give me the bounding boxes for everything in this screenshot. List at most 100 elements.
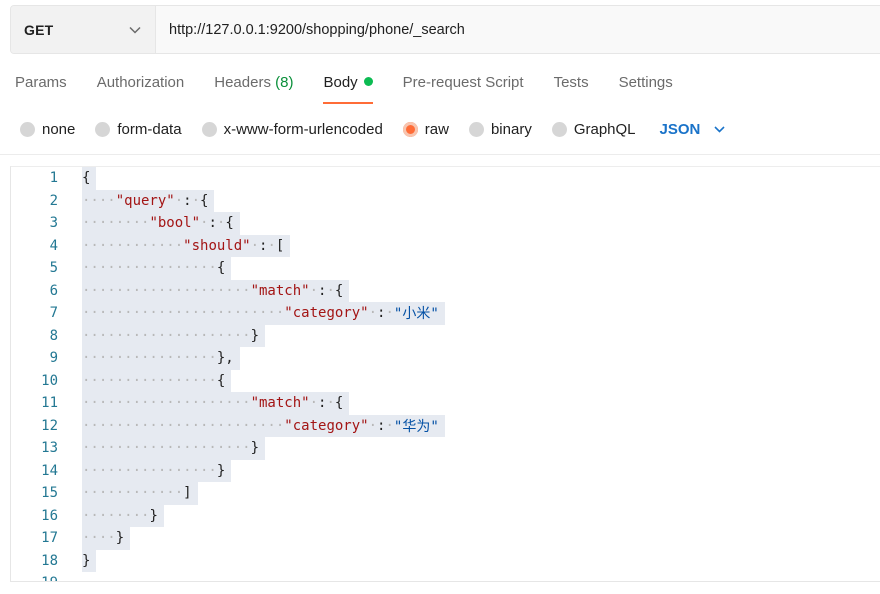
format-select[interactable]: JSON — [660, 121, 726, 138]
code-token: · — [309, 282, 319, 299]
headers-count: (8) — [275, 74, 294, 91]
line-number: 3 — [49, 215, 58, 232]
code-text: ············ "should" ·: ·[ — [82, 234, 291, 257]
code-token: : — [183, 192, 192, 209]
code-token: · — [216, 215, 226, 232]
radio-label: raw — [424, 120, 449, 138]
code-token: } — [216, 462, 226, 479]
code-text: ····················} — [82, 437, 266, 460]
editor-line: 4 ············ "should" ·: ·[ — [11, 234, 291, 257]
body-type-options: none form-data x-www-form-urlencoded raw… — [20, 118, 725, 140]
code-editor[interactable]: 1{2 ···· "query" ·: ·{ 3 ········ "bool" ·: ·{4 ··… — [10, 166, 880, 582]
radio-icon — [20, 121, 35, 137]
whitespace-marker: ········ — [82, 215, 150, 232]
tab-settings[interactable]: Settings — [619, 66, 673, 104]
whitespace-marker: ············ — [82, 237, 184, 254]
radio-graphql[interactable]: GraphQL — [551, 120, 636, 138]
code-token: "match" — [250, 282, 310, 299]
editor-line: 1{ — [11, 167, 97, 190]
line-number: 16 — [41, 507, 58, 524]
tab-label: Tests — [553, 74, 589, 91]
format-label: JSON — [659, 120, 701, 138]
line-number: 17 — [41, 530, 58, 547]
radio-label: form-data — [117, 120, 182, 138]
radio-x-www-form-urlencoded[interactable]: x-www-form-urlencoded — [201, 120, 383, 138]
whitespace-marker: ················ — [82, 350, 217, 367]
code-token: · — [326, 282, 335, 299]
selection-highlight: } — [82, 549, 97, 572]
code-token: : — [318, 282, 327, 299]
editor-line: 2 ···· "query" ·: ·{ — [11, 189, 215, 212]
code-text: ···················· "match" ·: ·{ — [82, 279, 350, 302]
radio-label: x-www-form-urlencoded — [223, 120, 383, 138]
tab-params[interactable]: Params — [15, 66, 67, 104]
selection-highlight: ················{ — [82, 369, 232, 392]
editor-line: 18} — [11, 549, 97, 572]
radio-none[interactable]: none — [20, 121, 75, 138]
code-text: ················} — [82, 459, 232, 482]
radio-raw[interactable]: raw — [402, 120, 449, 138]
editor-line: 15 ············] — [11, 482, 198, 505]
code-text: ····} — [82, 527, 131, 550]
code-text: ························ "category" ·: · "华为… — [82, 414, 445, 437]
line-number: 19 — [11, 575, 58, 581]
tab-label: Params — [15, 74, 67, 91]
editor-line: 13 ····················} — [11, 437, 266, 460]
tab-headers[interactable]: Headers (8) — [214, 66, 293, 104]
line-number: 15 — [41, 485, 58, 502]
editor-line: 17 ····} — [11, 527, 131, 550]
code-token: · — [326, 395, 335, 412]
code-token: { — [216, 260, 226, 277]
tab-authorization[interactable]: Authorization — [97, 66, 185, 104]
editor-line: 16 ········} — [11, 504, 164, 527]
line-number: 5 — [49, 260, 58, 277]
request-url-bar: GET http://127.0.0.1:9200/shopping/phone… — [10, 5, 880, 54]
radio-icon — [468, 121, 484, 137]
whitespace-marker: ········ — [82, 507, 150, 524]
code-text: ···················· "match" ·: ·{ — [82, 392, 350, 415]
radio-label: GraphQL — [573, 120, 636, 138]
selection-highlight: ············ "should" ·: ·[ — [82, 234, 291, 257]
tab-body[interactable]: Body — [323, 66, 373, 104]
code-token: { — [216, 372, 226, 389]
editor-line: 11 ···················· "match" ·: ·{ — [11, 392, 350, 415]
radio-form-data[interactable]: form-data — [95, 120, 182, 138]
line-number: 6 — [49, 282, 58, 299]
code-token: "match" — [250, 395, 310, 412]
code-token: [ — [275, 237, 285, 254]
method-select[interactable]: GET — [11, 6, 156, 53]
editor-line: 8 ····················} — [11, 324, 266, 347]
divider — [0, 154, 880, 155]
code-text: ························ "category" ·: · "小米… — [82, 302, 445, 325]
code-text: ···· "query" ·: ·{ — [82, 189, 215, 212]
whitespace-marker: ···················· — [82, 327, 251, 344]
selection-highlight: ························ "category" ·: · "小米… — [82, 302, 445, 325]
editor-line: 9 ················}, — [11, 347, 240, 370]
url-input[interactable]: http://127.0.0.1:9200/shopping/phone/_se… — [156, 6, 880, 53]
tab-label: Headers — [214, 74, 271, 91]
tab-tests[interactable]: Tests — [554, 66, 589, 104]
code-token: } — [149, 507, 158, 524]
radio-label: none — [42, 120, 76, 138]
tab-pre-request-script[interactable]: Pre-request Script — [403, 66, 524, 104]
radio-label: binary — [490, 120, 532, 138]
request-tabs: Params Authorization Headers (8) Body Pr… — [15, 66, 703, 104]
code-text: } — [82, 549, 97, 572]
method-label: GET — [24, 21, 54, 38]
selection-highlight: ········ "bool" ·: ·{ — [82, 212, 240, 235]
whitespace-marker: ························ — [82, 305, 285, 322]
whitespace-marker: ················ — [82, 260, 217, 277]
code-token: : — [208, 215, 217, 232]
selection-highlight: ···· "query" ·: ·{ — [82, 189, 215, 212]
line-number: 8 — [49, 327, 58, 344]
selection-highlight: ····} — [82, 527, 131, 550]
radio-binary[interactable]: binary — [468, 120, 532, 138]
radio-icon — [551, 121, 567, 137]
code-token: } — [250, 440, 260, 457]
whitespace-marker: ···· — [82, 530, 116, 547]
code-text: ········} — [82, 504, 164, 527]
code-token: · — [368, 417, 378, 434]
code-text: ················}, — [82, 347, 240, 370]
code-token: { — [200, 192, 209, 209]
code-token: · — [309, 395, 319, 412]
